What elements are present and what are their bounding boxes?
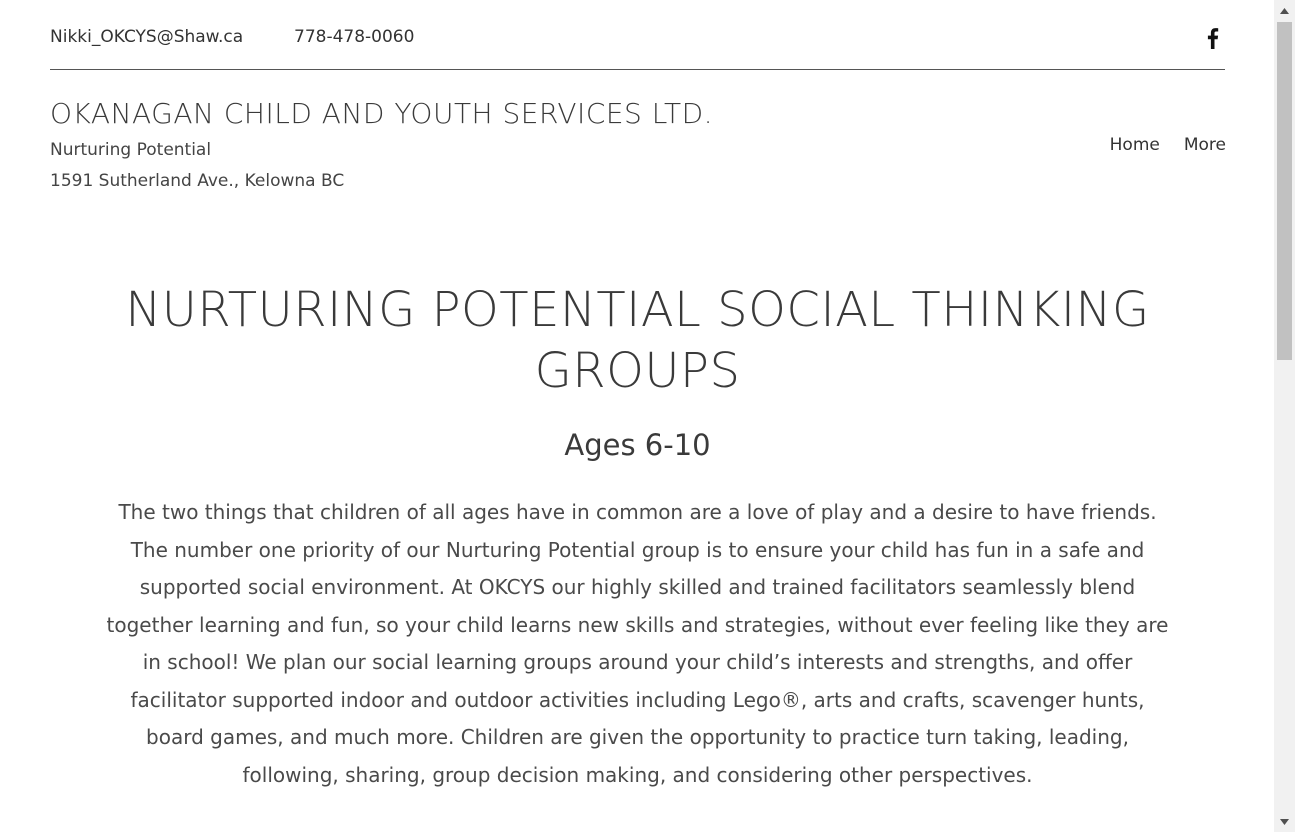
site-title[interactable]: OKANAGAN CHILD AND YOUTH SERVICES LTD. [50, 97, 713, 130]
top-contact-bar: Nikki_OKCYS@Shaw.ca 778-478-0060 [50, 0, 1225, 70]
age-range-subtitle: Ages 6-10 [564, 428, 711, 462]
facebook-icon[interactable] [1203, 27, 1221, 49]
scroll-up-arrow-icon[interactable] [1274, 2, 1295, 19]
main-nav: Home More [1110, 135, 1226, 155]
page-title: NURTURING POTENTIAL SOCIAL THINKING GROU… [125, 282, 1150, 399]
vertical-scrollbar[interactable] [1274, 0, 1295, 832]
page: Nikki_OKCYS@Shaw.ca 778-478-0060 OKANAGA… [0, 0, 1295, 832]
phone-number: 778-478-0060 [294, 27, 415, 47]
description-paragraph: The two things that children of all ages… [106, 500, 1169, 787]
scroll-down-arrow-icon[interactable] [1274, 813, 1295, 830]
email-link[interactable]: Nikki_OKCYS@Shaw.ca [50, 27, 243, 47]
scrollbar-thumb[interactable] [1277, 22, 1292, 360]
nav-item-more[interactable]: More [1184, 135, 1226, 155]
site-tagline: Nurturing Potential [50, 140, 212, 160]
site-address: 1591 Sutherland Ave., Kelowna BC [50, 171, 345, 191]
nav-item-home[interactable]: Home [1110, 135, 1160, 155]
